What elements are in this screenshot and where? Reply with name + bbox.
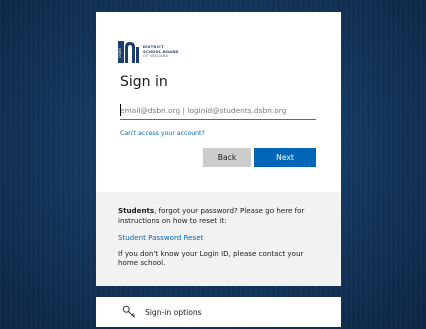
logo-wordmark: DISTRICT SCHOOL BOARD OF NIAGARA <box>143 45 179 58</box>
contact-school-text: If you don't know your Login ID, please … <box>118 248 304 268</box>
signin-card: DSBN DISTRICT SCHOOL BOARD OF NIAGARA Si… <box>96 12 341 286</box>
students-info-text: Students, forgot your password? Please g… <box>118 206 319 226</box>
signin-options-button[interactable]: Sign-in options <box>96 297 341 327</box>
cant-access-link[interactable]: Can't access your account? <box>120 130 205 137</box>
back-button[interactable]: Back <box>203 148 251 167</box>
students-info-panel: Students, forgot your password? Please g… <box>96 192 341 286</box>
next-button[interactable]: Next <box>254 148 316 167</box>
logo-badge-text: DSBN <box>118 48 122 58</box>
signin-options-label: Sign-in options <box>145 307 202 317</box>
logo-line-3: OF NIAGARA <box>143 54 169 59</box>
students-bold-label: Students <box>118 206 155 215</box>
page-title: Sign in <box>120 74 168 90</box>
student-password-reset-link[interactable]: Student Password Reset <box>118 233 319 242</box>
dsbn-logo: DSBN DISTRICT SCHOOL BOARD OF NIAGARA <box>118 39 188 65</box>
key-icon <box>122 305 135 318</box>
dsbn-logo-icon: DSBN <box>118 41 139 63</box>
text-caret <box>120 104 121 116</box>
email-field[interactable] <box>120 101 316 120</box>
